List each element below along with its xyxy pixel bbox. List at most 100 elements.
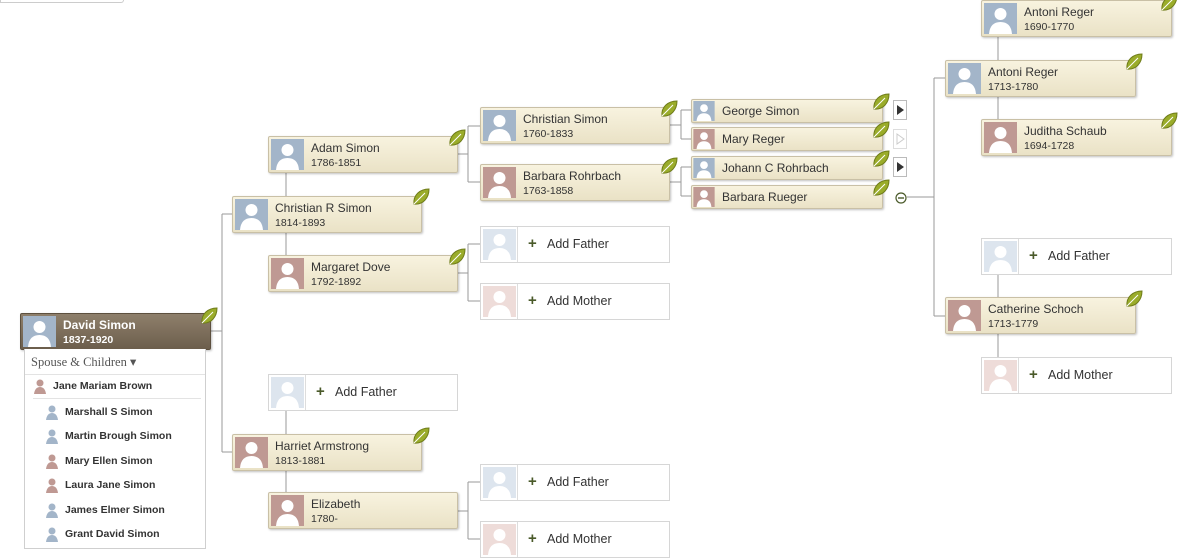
male-silhouette-icon bbox=[46, 503, 58, 518]
male-silhouette-icon bbox=[483, 110, 516, 141]
person-dates: 1792-1892 bbox=[311, 276, 362, 288]
person-card-george-simon[interactable]: George Simon bbox=[691, 99, 883, 123]
collapse-minus-icon[interactable] bbox=[895, 191, 907, 204]
person-dates: 1690-1770 bbox=[1024, 21, 1075, 33]
add-father-label: Add Father bbox=[335, 385, 397, 399]
leaf-hint-icon[interactable] bbox=[199, 306, 219, 326]
female-silhouette-icon bbox=[271, 258, 304, 289]
person-name: David Simon bbox=[63, 318, 136, 332]
leaf-hint-icon[interactable] bbox=[1159, 111, 1179, 131]
plus-icon: + bbox=[528, 235, 537, 252]
male-silhouette-icon bbox=[46, 527, 58, 542]
divider bbox=[305, 375, 306, 410]
person-dates: 1713-1780 bbox=[988, 81, 1039, 93]
person-card-johann-c-rohrbach[interactable]: Johann C Rohrbach bbox=[691, 156, 883, 180]
male-silhouette-icon bbox=[271, 377, 304, 408]
plus-icon: + bbox=[528, 473, 537, 490]
child-name: Grant David Simon bbox=[65, 528, 160, 540]
child-name: Mary Ellen Simon bbox=[65, 455, 153, 467]
person-card-barbara-rueger[interactable]: Barbara Rueger bbox=[691, 185, 883, 209]
divider bbox=[517, 465, 518, 500]
person-card-juditha-schaub[interactable]: Juditha Schaub 1694-1728 bbox=[981, 119, 1172, 156]
female-silhouette-icon bbox=[235, 437, 268, 468]
divider bbox=[1018, 239, 1019, 274]
plus-icon: + bbox=[1029, 366, 1038, 383]
add-mother-label: Add Mother bbox=[1048, 368, 1113, 382]
female-silhouette-icon bbox=[271, 495, 304, 526]
add-mother-button[interactable]: + Add Mother bbox=[480, 283, 670, 320]
add-father-label: Add Father bbox=[547, 237, 609, 251]
leaf-hint-icon[interactable] bbox=[447, 128, 467, 148]
person-card-barbara-rohrbach[interactable]: Barbara Rohrbach 1763-1858 bbox=[480, 164, 670, 201]
divider bbox=[517, 284, 518, 319]
person-name: Margaret Dove bbox=[311, 260, 391, 274]
female-silhouette-icon bbox=[984, 360, 1017, 391]
person-dates: 1713-1779 bbox=[988, 318, 1039, 330]
person-name: Christian R Simon bbox=[275, 201, 372, 215]
person-name: Barbara Rueger bbox=[722, 190, 808, 204]
male-silhouette-icon bbox=[984, 3, 1017, 34]
divider bbox=[517, 522, 518, 557]
person-dates: 1813-1881 bbox=[275, 455, 326, 467]
leaf-hint-icon[interactable] bbox=[871, 178, 891, 198]
add-father-label: Add Father bbox=[547, 475, 609, 489]
female-silhouette-icon bbox=[483, 286, 516, 317]
add-mother-button[interactable]: + Add Mother bbox=[981, 357, 1172, 394]
male-silhouette-icon bbox=[483, 467, 516, 498]
leaf-hint-icon[interactable] bbox=[659, 99, 679, 119]
person-card-harriet-armstrong[interactable]: Harriet Armstrong 1813-1881 bbox=[232, 434, 422, 471]
female-silhouette-icon bbox=[483, 167, 516, 198]
female-silhouette-icon bbox=[34, 379, 46, 394]
spouse-children-dropdown[interactable]: Spouse & Children ▾ bbox=[31, 354, 136, 370]
divider bbox=[25, 374, 205, 375]
add-father-button[interactable]: + Add Father bbox=[981, 238, 1172, 275]
add-mother-label: Add Mother bbox=[547, 532, 612, 546]
add-father-button[interactable]: + Add Father bbox=[480, 226, 670, 263]
person-dates: 1780- bbox=[311, 513, 338, 525]
leaf-hint-icon[interactable] bbox=[659, 156, 679, 176]
add-father-button[interactable]: + Add Father bbox=[268, 374, 458, 411]
person-name: Antoni Reger bbox=[988, 65, 1059, 79]
male-silhouette-icon bbox=[693, 158, 715, 178]
child-name: Marshall S Simon bbox=[65, 406, 153, 418]
child-name: James Elmer Simon bbox=[65, 504, 165, 516]
leaf-hint-icon[interactable] bbox=[447, 247, 467, 267]
person-card-mary-reger[interactable]: Mary Reger bbox=[691, 127, 883, 151]
person-card-antoni-reger-1713[interactable]: Antoni Reger 1713-1780 bbox=[945, 60, 1136, 97]
leaf-hint-icon[interactable] bbox=[1159, 0, 1179, 13]
person-card-christian-r-simon[interactable]: Christian R Simon 1814-1893 bbox=[232, 196, 422, 233]
person-card-adam-simon[interactable]: Adam Simon 1786-1851 bbox=[268, 136, 458, 173]
person-name: Antoni Reger bbox=[1024, 5, 1095, 19]
person-card-antoni-reger-1690[interactable]: Antoni Reger 1690-1770 bbox=[981, 0, 1172, 37]
person-dates: 1837-1920 bbox=[63, 334, 114, 346]
male-silhouette-icon bbox=[23, 316, 56, 347]
add-father-label: Add Father bbox=[1048, 249, 1110, 263]
leaf-hint-icon[interactable] bbox=[1124, 289, 1144, 309]
person-card-elizabeth[interactable]: Elizabeth 1780- bbox=[268, 492, 458, 529]
add-father-button[interactable]: + Add Father bbox=[480, 464, 670, 501]
leaf-hint-icon[interactable] bbox=[411, 187, 431, 207]
male-silhouette-icon bbox=[948, 63, 981, 94]
root-person-card[interactable]: David Simon 1837-1920 bbox=[20, 313, 211, 350]
person-card-margaret-dove[interactable]: Margaret Dove 1792-1892 bbox=[268, 255, 458, 292]
leaf-hint-icon[interactable] bbox=[1124, 52, 1144, 72]
person-card-catherine-schoch[interactable]: Catherine Schoch 1713-1779 bbox=[945, 297, 1136, 334]
child-name: Martin Brough Simon bbox=[65, 430, 172, 442]
leaf-hint-icon[interactable] bbox=[411, 426, 431, 446]
plus-icon: + bbox=[316, 383, 325, 400]
add-mother-label: Add Mother bbox=[547, 294, 612, 308]
leaf-hint-icon[interactable] bbox=[871, 92, 891, 112]
person-card-christian-simon[interactable]: Christian Simon 1760-1833 bbox=[480, 107, 670, 144]
expand-arrow-icon[interactable] bbox=[893, 157, 907, 177]
person-name: Johann C Rohrbach bbox=[722, 161, 829, 175]
expand-arrow-icon[interactable] bbox=[893, 129, 907, 149]
leaf-hint-icon[interactable] bbox=[871, 149, 891, 169]
divider bbox=[33, 398, 201, 399]
person-dates: 1760-1833 bbox=[523, 128, 574, 140]
female-silhouette-icon bbox=[46, 454, 58, 469]
add-mother-button[interactable]: + Add Mother bbox=[480, 521, 670, 558]
person-dates: 1694-1728 bbox=[1024, 140, 1075, 152]
leaf-hint-icon[interactable] bbox=[871, 120, 891, 140]
male-silhouette-icon bbox=[235, 199, 268, 230]
expand-arrow-icon[interactable] bbox=[893, 100, 907, 120]
